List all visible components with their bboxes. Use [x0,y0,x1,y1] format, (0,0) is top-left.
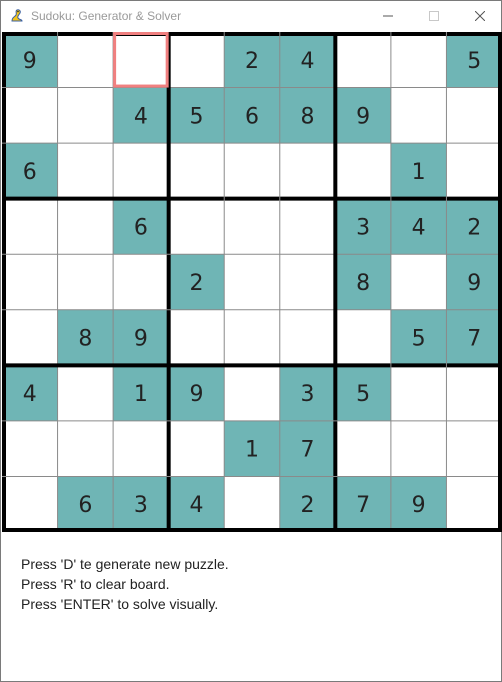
cell-value: 9 [412,493,426,518]
sudoku-cell[interactable] [446,87,502,144]
sudoku-cell[interactable] [279,309,336,366]
cell-value: 9 [356,104,370,129]
sudoku-cell[interactable] [57,87,114,144]
cell-value: 6 [23,160,37,185]
cell-value: 8 [78,327,92,352]
sudoku-cell[interactable] [168,198,225,255]
cell-value: 4 [412,215,426,240]
sudoku-cell[interactable] [224,143,280,199]
sudoku-cell[interactable] [224,365,280,421]
cell-value: 1 [134,382,148,407]
sudoku-cell[interactable] [390,32,447,88]
sudoku-cell[interactable] [113,420,169,477]
sudoku-cell[interactable] [57,143,114,199]
sudoku-cell[interactable] [279,254,336,310]
cell-value: 4 [189,493,203,518]
sudoku-cell[interactable] [279,143,336,199]
cell-value: 6 [245,104,259,129]
minimize-button[interactable] [365,1,411,31]
maximize-button[interactable] [411,1,457,31]
cell-value: 8 [356,271,370,296]
sudoku-cell[interactable] [390,87,447,144]
app-window: Sudoku: Generator & Solver 9 2 4 5 4 5 6 8 9 6 1 6 3… [0,0,502,682]
cell-value: 7 [301,438,315,463]
cell-value: 7 [356,493,370,518]
sudoku-cell[interactable] [2,476,58,532]
sudoku-cell[interactable] [168,32,225,88]
cell-value: 9 [189,382,203,407]
sudoku-cell[interactable] [57,365,114,421]
sudoku-cell[interactable] [390,420,447,477]
cell-value: 6 [78,493,92,518]
help-line-generate: Press 'D' te generate new puzzle. [21,556,229,572]
cell-value: 3 [356,215,370,240]
maximize-icon [429,11,439,21]
window-title: Sudoku: Generator & Solver [31,9,182,23]
help-line-solve: Press 'ENTER' to solve visually. [21,596,219,612]
sudoku-cell[interactable] [390,365,447,421]
cell-value: 4 [134,104,148,129]
sudoku-cell[interactable] [335,143,391,199]
sudoku-cell[interactable] [2,309,58,366]
sudoku-cell[interactable] [168,309,225,366]
cell-value: 4 [301,49,315,74]
sudoku-cell[interactable] [446,143,502,199]
cell-value: 5 [189,104,203,129]
cell-value: 4 [23,382,37,407]
cell-value: 2 [301,493,315,518]
cell-value: 1 [412,160,426,185]
sudoku-cell[interactable] [57,198,114,255]
sudoku-cell[interactable] [57,32,114,88]
cell-value: 5 [412,327,426,352]
sudoku-cell[interactable] [168,143,225,199]
cell-value: 3 [134,493,148,518]
cell-value: 3 [301,382,315,407]
cell-value: 5 [356,382,370,407]
sudoku-cell[interactable] [446,476,502,532]
cell-value: 2 [245,49,259,74]
cell-value: 2 [467,215,481,240]
cell-value: 2 [189,271,203,296]
sudoku-cell[interactable] [2,254,58,310]
sudoku-cell[interactable] [57,420,114,477]
cell-value: 8 [301,104,315,129]
sudoku-cell[interactable] [113,254,169,310]
cell-value: 9 [23,49,37,74]
cell-value: 1 [245,438,259,463]
sudoku-cell[interactable] [224,198,280,255]
sudoku-cell[interactable] [446,420,502,477]
sudoku-cell[interactable] [335,32,391,88]
sudoku-cell[interactable] [446,365,502,421]
cell-value: 9 [134,327,148,352]
sudoku-cell[interactable] [2,198,58,255]
cell-value: 5 [467,49,481,74]
sudoku-cell[interactable] [57,254,114,310]
sudoku-cell[interactable] [224,476,280,532]
cell-value: 7 [467,327,481,352]
title-bar[interactable]: Sudoku: Generator & Solver [1,1,501,31]
pygame-snake-icon [9,8,25,24]
close-button[interactable] [457,1,502,31]
sudoku-cell[interactable] [2,420,58,477]
sudoku-cell[interactable] [390,254,447,310]
sudoku-cell[interactable] [113,143,169,199]
help-text: Press 'D' te generate new puzzle. Press … [21,554,229,614]
sudoku-cell[interactable] [224,254,280,310]
sudoku-cell[interactable] [335,420,391,477]
sudoku-cell[interactable] [113,32,169,88]
sudoku-board[interactable]: 9 2 4 5 4 5 6 8 9 6 1 6 3 4 2 2 8 9 8 9 5 7 4 1 9 3 5 1 7 6 3 4 2 7 9 [2,32,502,532]
sudoku-cell[interactable] [224,309,280,366]
sudoku-cell[interactable] [279,198,336,255]
help-line-clear: Press 'R' to clear board. [21,576,170,592]
sudoku-cell[interactable] [335,309,391,366]
cell-value: 9 [467,271,481,296]
sudoku-grid-svg: 9 2 4 5 4 5 6 8 9 6 1 6 3 4 2 2 8 9 8 9 5 7 4 1 9 3 5 1 7 6 3 4 2 7 9 [2,32,502,532]
sudoku-cell[interactable] [168,420,225,477]
minimize-icon [383,11,393,21]
close-icon [475,11,485,21]
sudoku-cell[interactable] [2,87,58,144]
cell-value: 6 [134,215,148,240]
